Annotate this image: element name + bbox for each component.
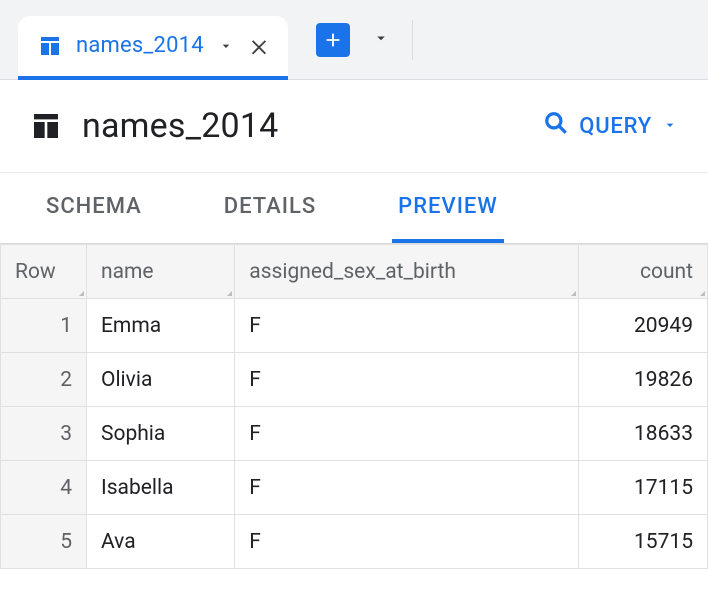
cell-name: Olivia: [87, 353, 235, 407]
tab-preview[interactable]: PREVIEW: [392, 173, 504, 243]
cell-count: 20949: [579, 299, 708, 353]
table-row: 3SophiaF18633: [1, 407, 708, 461]
cell-sex: F: [235, 515, 579, 569]
document-tab-bar: names_2014: [0, 0, 708, 80]
tab-schema-label: SCHEMA: [46, 194, 142, 219]
cell-count: 15715: [579, 515, 708, 569]
col-header-row[interactable]: Row: [1, 245, 87, 299]
tab-preview-label: PREVIEW: [398, 194, 498, 219]
table-row: 1EmmaF20949: [1, 299, 708, 353]
table-row: 5AvaF15715: [1, 515, 708, 569]
new-tab-button[interactable]: [316, 23, 350, 57]
table-icon: [30, 110, 62, 142]
cell-name: Sophia: [87, 407, 235, 461]
cell-sex: F: [235, 299, 579, 353]
table-row: 2OliviaF19826: [1, 353, 708, 407]
query-button[interactable]: QUERY: [543, 110, 678, 142]
cell-name: Isabella: [87, 461, 235, 515]
cell-row: 3: [1, 407, 87, 461]
cell-count: 17115: [579, 461, 708, 515]
cell-count: 19826: [579, 353, 708, 407]
document-tab-label: names_2014: [76, 33, 204, 58]
divider: [412, 20, 413, 60]
new-tab-controls: [288, 20, 413, 60]
cell-row: 4: [1, 461, 87, 515]
cell-count: 18633: [579, 407, 708, 461]
query-caret-icon: [662, 114, 678, 139]
cell-name: Ava: [87, 515, 235, 569]
cell-row: 2: [1, 353, 87, 407]
cell-sex: F: [235, 461, 579, 515]
title-bar: names_2014 QUERY: [0, 80, 708, 172]
cell-sex: F: [235, 353, 579, 407]
search-icon: [543, 110, 569, 142]
tab-menu-caret-icon[interactable]: [218, 38, 234, 54]
cell-row: 1: [1, 299, 87, 353]
cell-sex: F: [235, 407, 579, 461]
close-tab-icon[interactable]: [248, 35, 270, 57]
table-header-row: Row name assigned_sex_at_birth count: [1, 245, 708, 299]
new-tab-menu-caret-icon[interactable]: [372, 29, 390, 51]
document-tab[interactable]: names_2014: [18, 16, 288, 80]
col-header-count[interactable]: count: [579, 245, 708, 299]
cell-name: Emma: [87, 299, 235, 353]
tab-schema[interactable]: SCHEMA: [40, 173, 148, 243]
col-header-name[interactable]: name: [87, 245, 235, 299]
table-row: 4IsabellaF17115: [1, 461, 708, 515]
preview-table: Row name assigned_sex_at_birth count 1Em…: [0, 244, 708, 569]
tab-details[interactable]: DETAILS: [218, 173, 322, 243]
table-icon: [38, 34, 62, 58]
section-tabs: SCHEMA DETAILS PREVIEW: [0, 172, 708, 244]
tab-details-label: DETAILS: [224, 194, 316, 219]
page-title: names_2014: [82, 106, 523, 146]
col-header-sex[interactable]: assigned_sex_at_birth: [235, 245, 579, 299]
query-button-label: QUERY: [579, 114, 652, 139]
cell-row: 5: [1, 515, 87, 569]
